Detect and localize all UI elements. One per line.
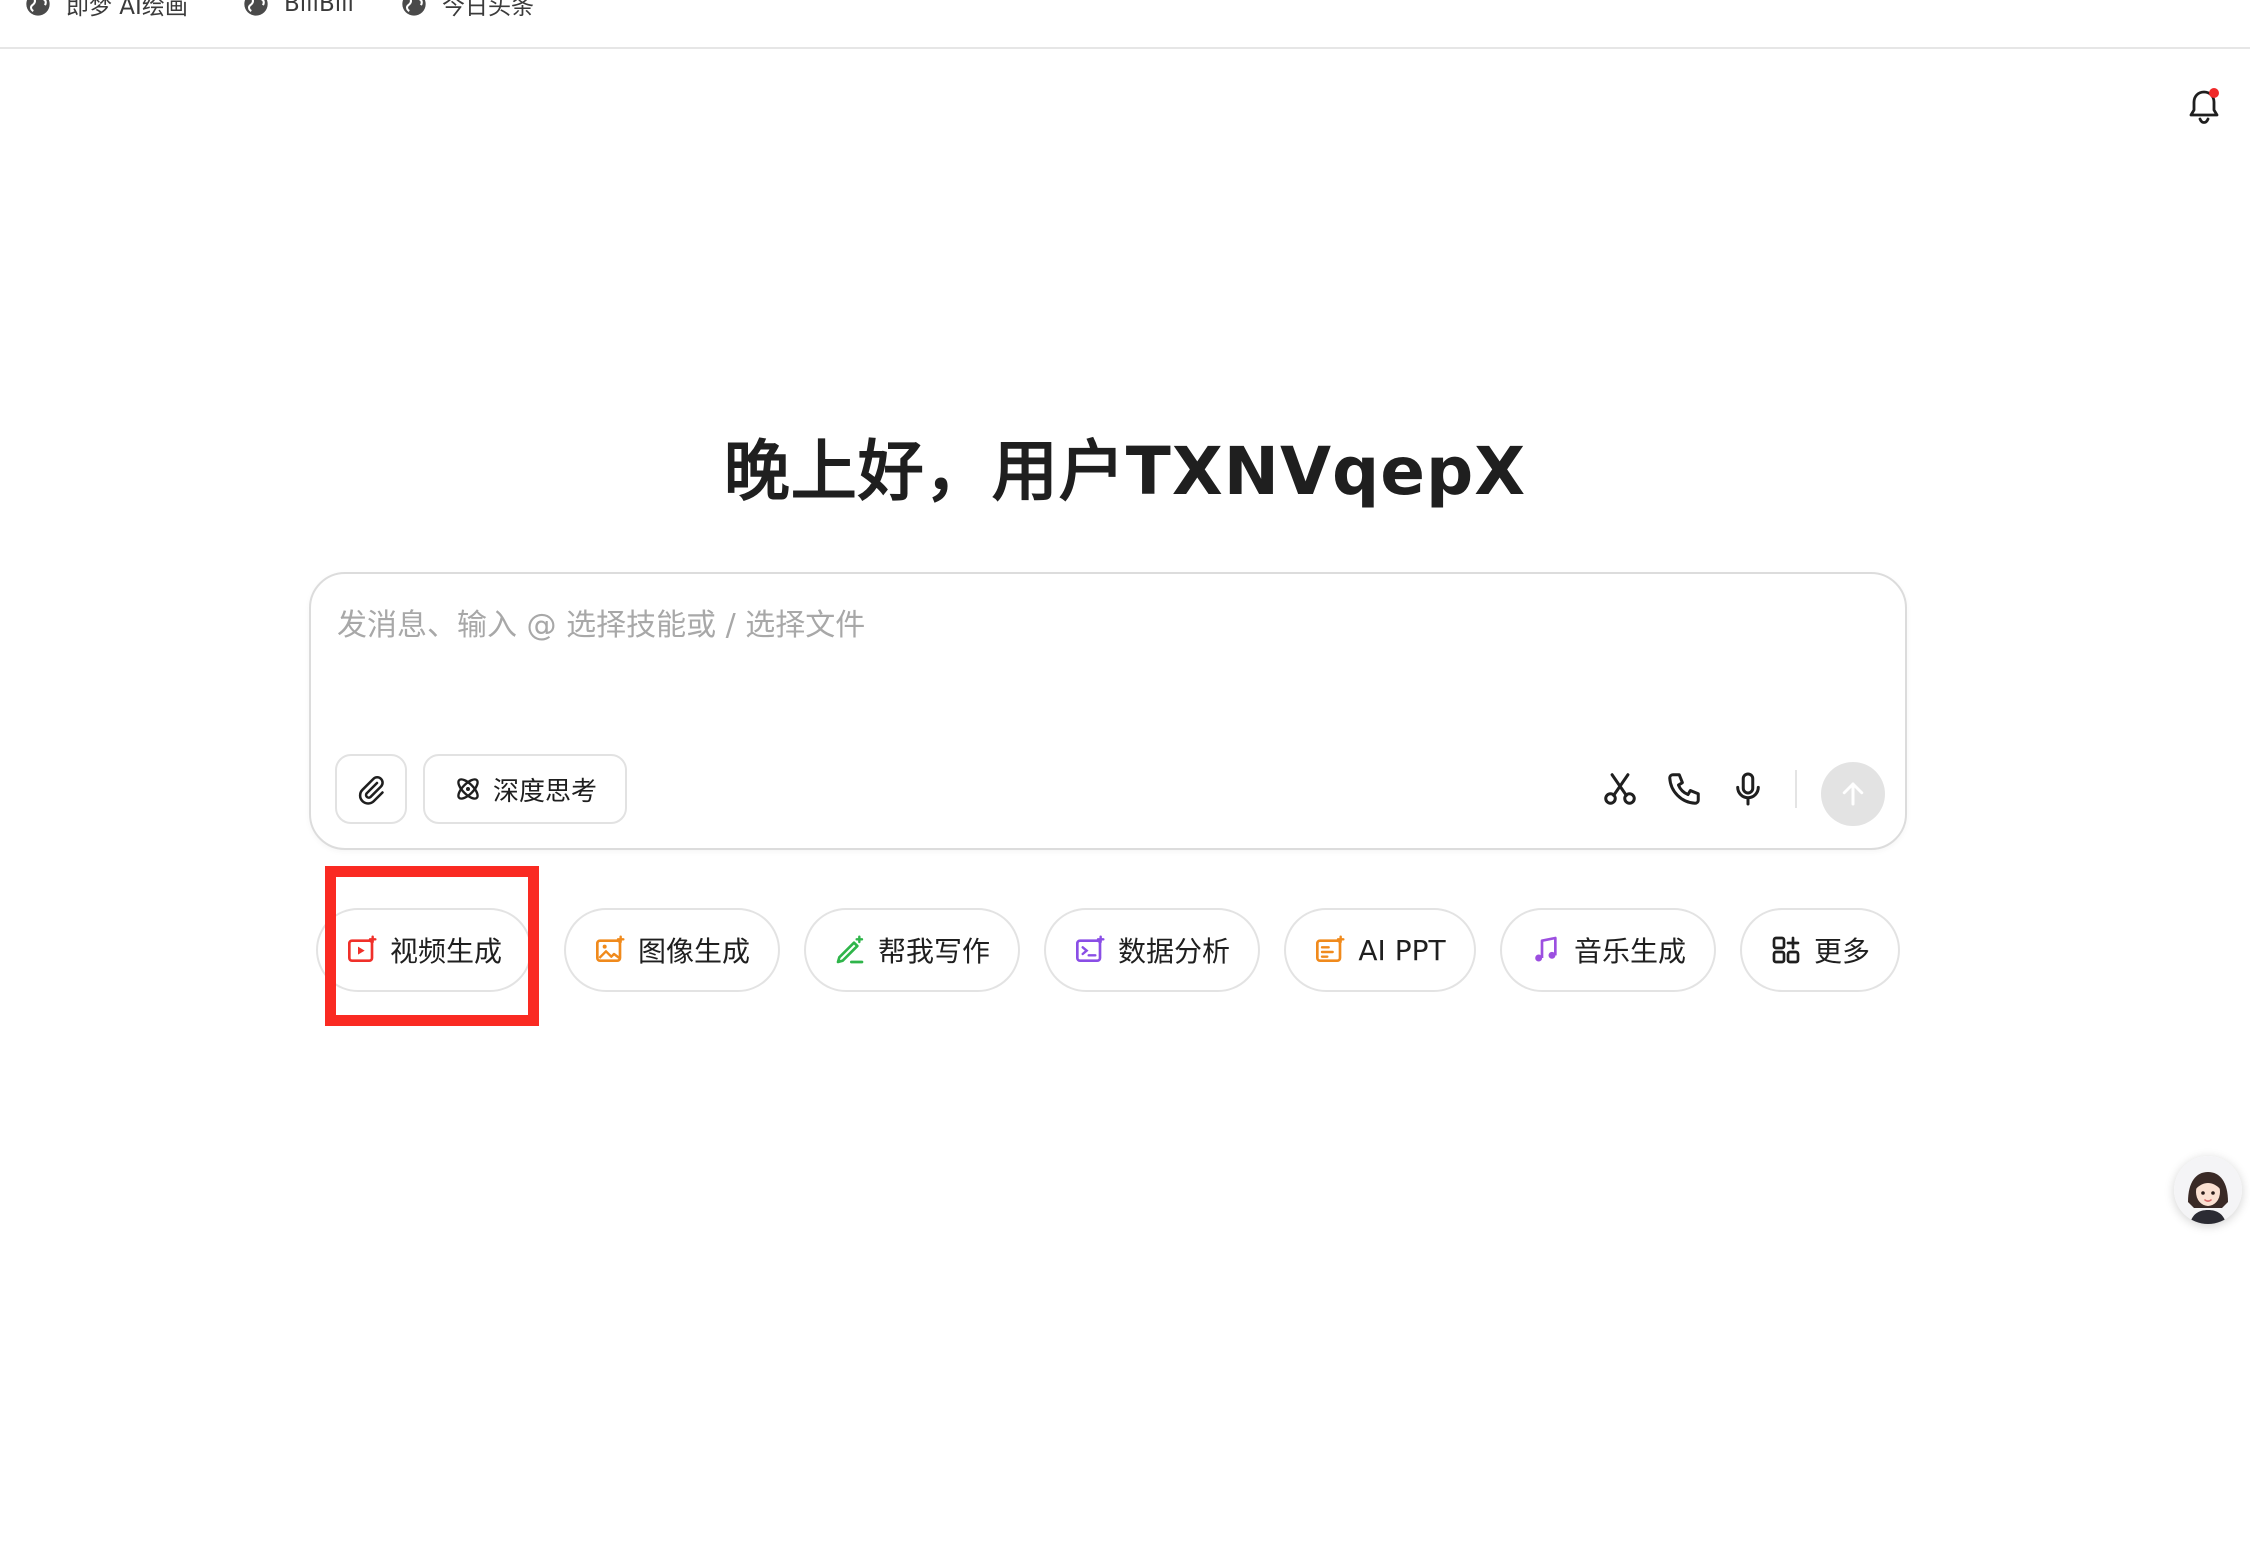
skill-more[interactable]: 更多: [1740, 908, 1900, 992]
globe-icon: [26, 0, 50, 16]
skill-help-write[interactable]: 帮我写作: [804, 908, 1020, 992]
skill-label: 数据分析: [1117, 935, 1230, 968]
message-composer: 深度思考: [309, 572, 1907, 850]
scissors-icon[interactable]: [1601, 770, 1639, 808]
toolbar-divider: [1795, 770, 1797, 808]
page: 即梦 AI绘画 BiliBili 今日头条 晚上好，用户TXNVqepX 发消息…: [0, 0, 2250, 1560]
music-icon: [1535, 936, 1557, 962]
globe-icon: [244, 0, 268, 16]
avatar-girl-icon: [2174, 1156, 2242, 1224]
arrow-up-icon: [1842, 782, 1864, 806]
skill-label: 更多: [1813, 935, 1870, 968]
slides-icon: [1316, 935, 1345, 962]
skill-data-analysis[interactable]: 数据分析: [1044, 908, 1260, 992]
bookmark-label: 即梦 AI绘画: [66, 0, 188, 20]
deep-think-label: 深度思考: [492, 776, 597, 807]
skill-ai-ppt[interactable]: AI PPT: [1284, 908, 1476, 992]
grid-icon: [1772, 936, 1800, 964]
send-button[interactable]: [1821, 762, 1885, 826]
globe-icon: [402, 0, 426, 16]
notification-dot: [2209, 88, 2219, 98]
skill-video-generation[interactable]: 视频生成: [316, 908, 532, 992]
skill-image-generation[interactable]: 图像生成: [564, 908, 780, 992]
chart-icon: [1075, 935, 1105, 962]
atom-icon: [457, 778, 479, 800]
bookmark-label: 今日头条: [442, 0, 534, 20]
bookmarks-bar: 即梦 AI绘画 BiliBili 今日头条: [0, 0, 2250, 49]
bookmark-label: BiliBili: [284, 0, 354, 17]
image-icon: [595, 935, 625, 962]
microphone-icon[interactable]: [1729, 770, 1767, 808]
bookmark-jimeng[interactable]: 即梦 AI绘画: [24, 0, 188, 24]
skill-music-generation[interactable]: 音乐生成: [1500, 908, 1716, 992]
greeting-title: 晚上好，用户TXNVqepX: [723, 433, 1527, 510]
deep-think-button[interactable]: 深度思考: [423, 754, 627, 824]
bookmark-bilibili[interactable]: BiliBili: [242, 0, 354, 24]
bookmark-toutiao[interactable]: 今日头条: [400, 0, 534, 24]
skill-label: AI PPT: [1358, 933, 1446, 967]
pen-icon: [836, 935, 864, 964]
message-input[interactable]: [335, 600, 1839, 650]
phone-icon[interactable]: [1665, 770, 1703, 808]
video-icon: [347, 935, 377, 962]
notification-bell-icon[interactable]: [2186, 86, 2222, 126]
skill-label: 视频生成: [389, 935, 502, 968]
skill-label: 音乐生成: [1573, 935, 1686, 968]
attach-file-button[interactable]: [335, 754, 407, 824]
paperclip-icon: [358, 776, 384, 805]
assistant-avatar[interactable]: [2174, 1156, 2242, 1224]
skill-label: 帮我写作: [877, 935, 990, 968]
skill-label: 图像生成: [637, 935, 750, 968]
